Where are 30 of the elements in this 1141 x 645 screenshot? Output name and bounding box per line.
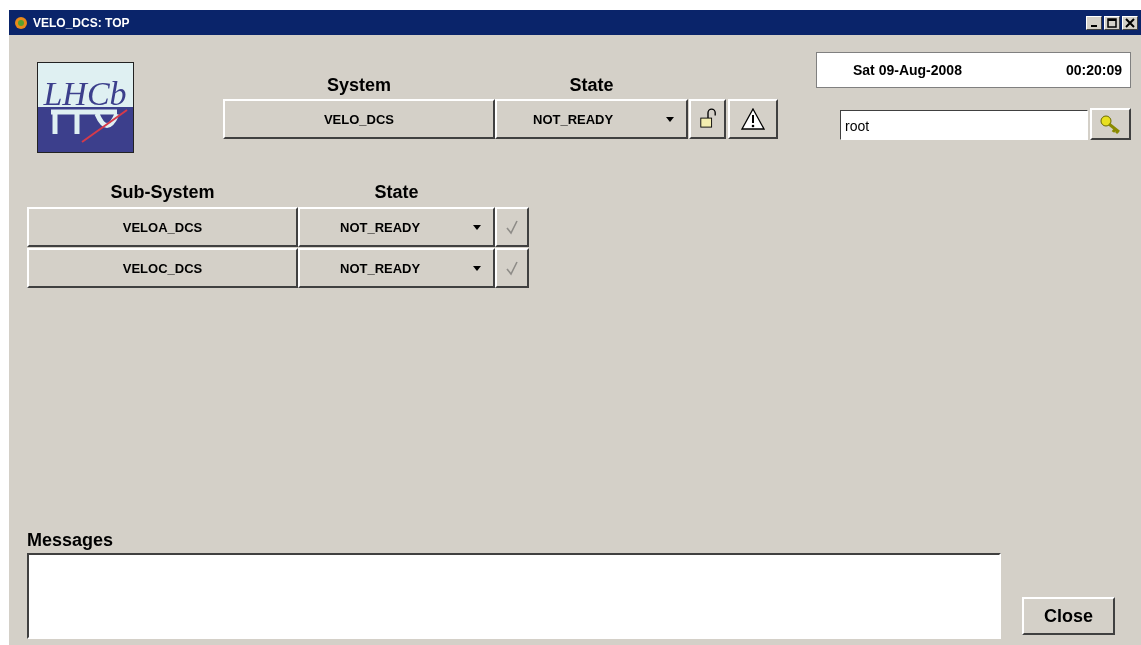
column-header: State — [568, 74, 615, 96]
column-header: State — [373, 181, 420, 203]
key-icon — [1098, 113, 1123, 135]
checkmark-icon — [505, 260, 519, 276]
system-button[interactable]: VELO_DCS — [223, 99, 495, 139]
maximize-icon — [1107, 17, 1117, 28]
caret-icon — [473, 224, 481, 230]
close-button[interactable]: Close — [1022, 597, 1115, 635]
caret-icon — [473, 265, 481, 271]
minimize-button[interactable] — [1086, 15, 1102, 30]
maximize-button[interactable] — [1104, 15, 1120, 30]
login-button[interactable] — [1090, 108, 1131, 140]
user-field[interactable]: root — [840, 110, 1088, 140]
checkmark-icon — [505, 219, 519, 235]
minimize-icon — [1091, 24, 1097, 27]
date-text: Sat 09-Aug-2008 — [853, 62, 962, 78]
close-button[interactable] — [1122, 15, 1138, 30]
logo: LHCb — [37, 62, 134, 153]
window-title: VELO_DCS: TOP — [33, 15, 130, 30]
caret-icon — [666, 116, 674, 122]
padlock-icon — [698, 108, 717, 130]
column-header: Sub-System — [109, 181, 216, 203]
lock-button[interactable] — [689, 99, 726, 139]
warning-button[interactable] — [728, 99, 778, 139]
messages-label: Messages — [27, 530, 115, 551]
warning-icon — [741, 108, 765, 130]
close-icon — [1125, 17, 1135, 28]
state-dropdown[interactable]: NOT_READY — [495, 99, 688, 139]
time-text: 00:20:09 — [1065, 62, 1122, 78]
column-header: System — [325, 74, 392, 96]
